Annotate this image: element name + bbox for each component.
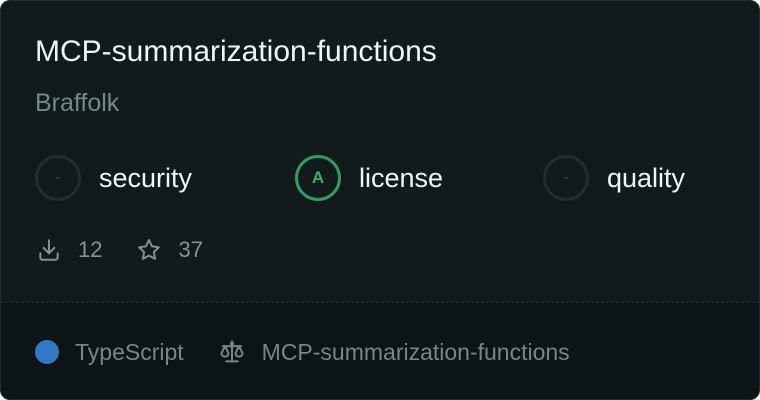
download-icon bbox=[39, 239, 59, 261]
license-label: license bbox=[359, 162, 444, 193]
security-grade: - bbox=[35, 155, 81, 201]
language-label: TypeScript bbox=[75, 338, 184, 365]
license-grade: A bbox=[295, 155, 341, 201]
star-icon bbox=[138, 239, 161, 260]
card-author[interactable]: Braffolk bbox=[35, 89, 119, 118]
repo-name[interactable]: MCP-summarization-functions bbox=[262, 339, 570, 366]
stars-stat: 37 bbox=[136, 237, 203, 263]
security-label: security bbox=[99, 162, 193, 193]
server-card[interactable]: MCP-summarization-functions Braffolk - s… bbox=[0, 0, 760, 400]
quality-grade: - bbox=[543, 155, 589, 201]
downloads-count: 12 bbox=[78, 237, 103, 262]
language-color-dot bbox=[35, 340, 59, 364]
quality-label: quality bbox=[607, 162, 686, 193]
card-stats: 12 37 bbox=[36, 235, 237, 265]
downloads-stat: 12 bbox=[36, 237, 102, 263]
quality-badge: - quality bbox=[543, 155, 686, 201]
license-badge: A license bbox=[295, 155, 444, 201]
stars-count: 37 bbox=[178, 237, 203, 262]
footer-row: TypeScript MCP-summarization-functions bbox=[35, 337, 570, 367]
card-title[interactable]: MCP-summarization-functions bbox=[35, 35, 437, 69]
card-footer: TypeScript MCP-summarization-functions bbox=[1, 302, 759, 399]
security-badge: - security bbox=[35, 155, 193, 201]
scale-icon bbox=[220, 340, 244, 363]
